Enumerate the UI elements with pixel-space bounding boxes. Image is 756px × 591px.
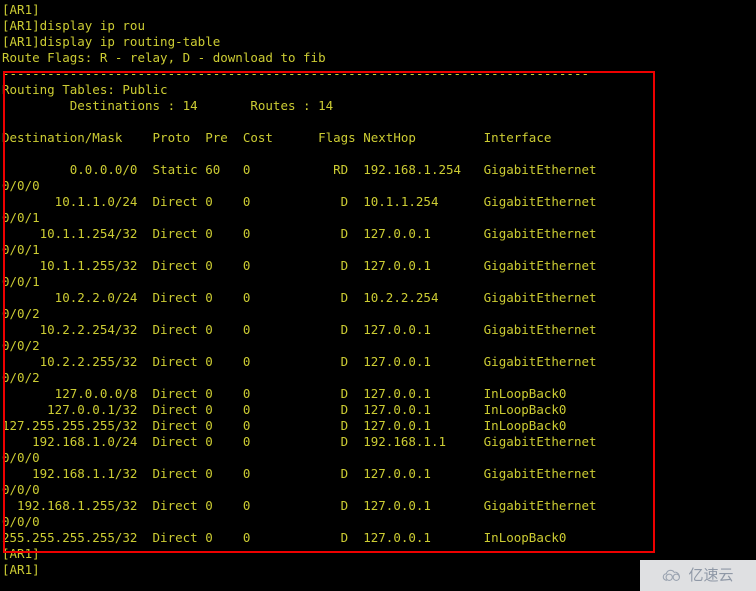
route-row-wrap: 0/0/1 [2,242,40,257]
terminal-window[interactable]: [AR1] [AR1]display ip rou [AR1]display ip … [0,0,756,591]
terminal-prompt-line-bottom-0: [AR1] [2,546,40,561]
terminal-prompt-line-0: [AR1] [2,2,40,17]
route-row: 10.1.1.0/24 Direct 0 0 D 10.1.1.254 Giga… [2,194,597,209]
route-row: 10.2.2.0/24 Direct 0 0 D 10.2.2.254 Giga… [2,290,597,305]
terminal-prompt-line-1: [AR1]display ip rou [2,18,145,33]
route-row-wrap: 0/0/1 [2,210,40,225]
watermark: 亿速云 [640,560,756,591]
terminal-prompt-line-bottom-1: [AR1] [2,562,40,577]
route-row: 10.2.2.255/32 Direct 0 0 D 127.0.0.1 Gig… [2,354,597,369]
cloud-icon [662,568,684,584]
route-row: 127.0.0.0/8 Direct 0 0 D 127.0.0.1 InLoo… [2,386,567,401]
watermark-text: 亿速云 [688,566,734,584]
table-header-row: Destination/Mask Proto Pre Cost Flags Ne… [2,130,552,145]
route-row: 10.2.2.254/32 Direct 0 0 D 127.0.0.1 Gig… [2,322,597,337]
route-row-wrap: 0/0/1 [2,274,40,289]
route-row: 255.255.255.255/32 Direct 0 0 D 127.0.0.… [2,530,567,545]
route-row: 192.168.1.0/24 Direct 0 0 D 192.168.1.1 … [2,434,597,449]
route-row: 0.0.0.0/0 Static 60 0 RD 192.168.1.254 G… [2,162,597,177]
terminal-text-flow: [AR1] [AR1]display ip rou [AR1]display ip … [2,2,597,578]
route-row: 192.168.1.255/32 Direct 0 0 D 127.0.0.1 … [2,498,597,513]
route-row: 127.255.255.255/32 Direct 0 0 D 127.0.0.… [2,418,567,433]
routing-table-title: Routing Tables: Public [2,82,168,97]
route-row-wrap: 0/0/2 [2,338,40,353]
route-row-wrap: 0/0/0 [2,482,40,497]
route-row-wrap: 0/0/0 [2,178,40,193]
route-row: 10.1.1.254/32 Direct 0 0 D 127.0.0.1 Gig… [2,226,597,241]
routing-summary-line: Destinations : 14 Routes : 14 [2,98,334,113]
route-row-wrap: 0/0/2 [2,370,40,385]
terminal-prompt-line-2: [AR1]display ip routing-table [2,34,221,49]
route-flags-line: Route Flags: R - relay, D - download to … [2,50,326,65]
route-row: 127.0.0.1/32 Direct 0 0 D 127.0.0.1 InLo… [2,402,567,417]
separator-line: ----------------------------------------… [2,66,589,81]
route-row: 192.168.1.1/32 Direct 0 0 D 127.0.0.1 Gi… [2,466,597,481]
route-row-wrap: 0/0/0 [2,450,40,465]
route-row-wrap: 0/0/0 [2,514,40,529]
route-row: 10.1.1.255/32 Direct 0 0 D 127.0.0.1 Gig… [2,258,597,273]
route-row-wrap: 0/0/2 [2,306,40,321]
